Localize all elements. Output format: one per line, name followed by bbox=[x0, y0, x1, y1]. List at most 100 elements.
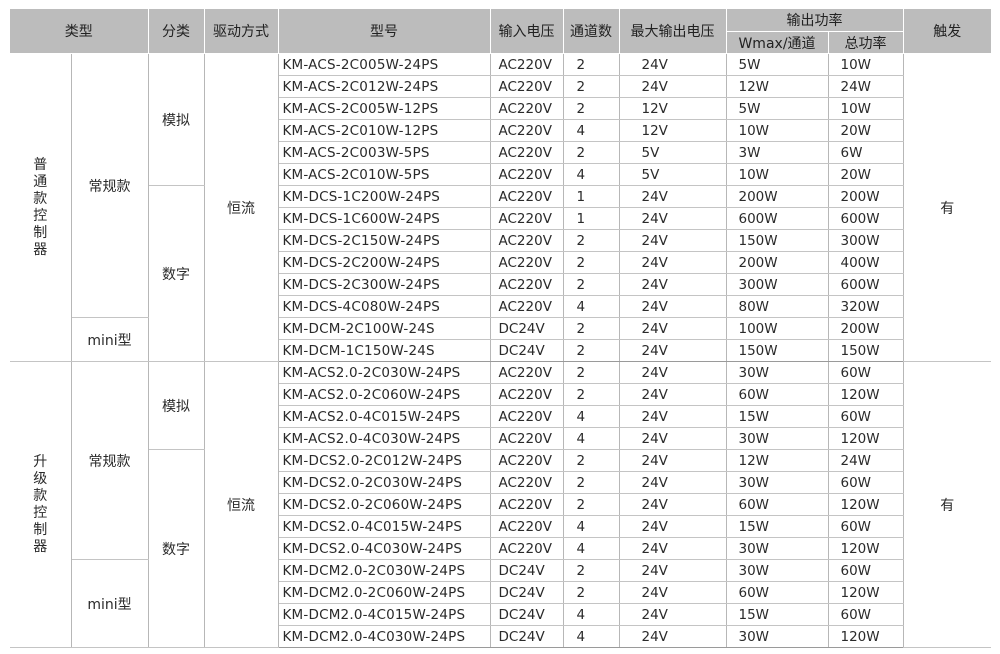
cell-channels: 4 bbox=[563, 515, 620, 538]
spec-sheet: { "headers": { "type": "类型", "category":… bbox=[0, 0, 1000, 654]
cell-wmax-per-channel: 15W bbox=[726, 603, 829, 626]
cell-max-output-voltage: 24V bbox=[619, 449, 727, 472]
cell-max-output-voltage: 24V bbox=[619, 625, 727, 648]
cell-model: KM-DCM2.0-2C060W-24PS bbox=[278, 581, 491, 604]
table-row: 升级款控制器 常规款 模拟 恒流 KM-ACS2.0-2C030W-24PS AC220V… bbox=[10, 361, 991, 648]
cell-max-output-voltage: 12V bbox=[619, 97, 727, 120]
cell-max-output-voltage: 24V bbox=[619, 493, 727, 516]
cell-wmax-per-channel: 100W bbox=[726, 317, 829, 340]
cell-input-voltage: AC220V bbox=[490, 361, 564, 384]
type-label-text: 升级款控制器 bbox=[33, 453, 48, 555]
cell-max-output-voltage: 24V bbox=[619, 185, 727, 208]
cell-channels: 2 bbox=[563, 141, 620, 164]
cell-model: KM-DCS-2C300W-24PS bbox=[278, 273, 491, 296]
cell-total-power: 10W bbox=[828, 97, 904, 120]
cell-wmax-per-channel: 3W bbox=[726, 141, 829, 164]
category-analog: 模拟 bbox=[148, 361, 205, 450]
cell-max-output-voltage: 5V bbox=[619, 141, 727, 164]
header-model: 型号 bbox=[278, 9, 491, 54]
controller-spec-table: 类型 分类 驱动方式 型号 输入电压 通道数 最大输出电压 输出功率 触发 Wm… bbox=[10, 9, 991, 648]
cell-total-power: 120W bbox=[828, 427, 904, 450]
cell-input-voltage: AC220V bbox=[490, 493, 564, 516]
trigger-value: 有 bbox=[903, 361, 991, 648]
cell-total-power: 10W bbox=[828, 53, 904, 76]
cell-model: KM-DCS2.0-2C060W-24PS bbox=[278, 493, 491, 516]
cell-input-voltage: AC220V bbox=[490, 515, 564, 538]
cell-input-voltage: AC220V bbox=[490, 537, 564, 560]
cell-wmax-per-channel: 30W bbox=[726, 361, 829, 384]
cell-max-output-voltage: 24V bbox=[619, 229, 727, 252]
cell-wmax-per-channel: 60W bbox=[726, 493, 829, 516]
cell-total-power: 120W bbox=[828, 625, 904, 648]
cell-wmax-per-channel: 30W bbox=[726, 537, 829, 560]
cell-channels: 4 bbox=[563, 119, 620, 142]
cell-wmax-per-channel: 10W bbox=[726, 163, 829, 186]
cell-input-voltage: AC220V bbox=[490, 119, 564, 142]
cell-total-power: 120W bbox=[828, 537, 904, 560]
cell-wmax-per-channel: 200W bbox=[726, 251, 829, 274]
header-drive: 驱动方式 bbox=[204, 9, 279, 54]
cell-model: KM-DCS-4C080W-24PS bbox=[278, 295, 491, 318]
cell-channels: 4 bbox=[563, 405, 620, 428]
cell-max-output-voltage: 24V bbox=[619, 273, 727, 296]
cell-channels: 2 bbox=[563, 53, 620, 76]
cell-channels: 4 bbox=[563, 537, 620, 560]
cell-max-output-voltage: 24V bbox=[619, 515, 727, 538]
cell-channels: 2 bbox=[563, 97, 620, 120]
category-digital: 数字 bbox=[148, 449, 205, 648]
cell-model: KM-DCS-2C200W-24PS bbox=[278, 251, 491, 274]
cell-model: KM-DCM2.0-4C030W-24PS bbox=[278, 625, 491, 648]
cell-model: KM-DCS-1C200W-24PS bbox=[278, 185, 491, 208]
cell-channels: 4 bbox=[563, 163, 620, 186]
cell-channels: 1 bbox=[563, 207, 620, 230]
cell-max-output-voltage: 24V bbox=[619, 75, 727, 98]
cell-total-power: 24W bbox=[828, 449, 904, 472]
cell-wmax-per-channel: 10W bbox=[726, 119, 829, 142]
cell-total-power: 120W bbox=[828, 581, 904, 604]
series-regular: 常规款 bbox=[71, 361, 149, 560]
cell-input-voltage: AC220V bbox=[490, 471, 564, 494]
cell-channels: 2 bbox=[563, 559, 620, 582]
cell-model: KM-ACS-2C005W-24PS bbox=[278, 53, 491, 76]
table-body: 普通款控制器 常规款 模拟 恒流 KM-ACS-2C005W-24PS AC220V 2 24… bbox=[10, 53, 991, 648]
cell-channels: 2 bbox=[563, 317, 620, 340]
cell-channels: 4 bbox=[563, 603, 620, 626]
cell-total-power: 120W bbox=[828, 383, 904, 406]
cell-total-power: 320W bbox=[828, 295, 904, 318]
table-row: 数字 KM-DCS-1C200W-24PS AC220V 1 24V 200W 200W bbox=[10, 185, 991, 362]
cell-total-power: 300W bbox=[828, 229, 904, 252]
cell-max-output-voltage: 24V bbox=[619, 251, 727, 274]
category-digital: 数字 bbox=[148, 185, 205, 362]
cell-total-power: 60W bbox=[828, 471, 904, 494]
cell-input-voltage: AC220V bbox=[490, 405, 564, 428]
cell-model: KM-ACS2.0-4C015W-24PS bbox=[278, 405, 491, 428]
cell-max-output-voltage: 12V bbox=[619, 119, 727, 142]
cell-input-voltage: AC220V bbox=[490, 229, 564, 252]
cell-model: KM-DCM2.0-2C030W-24PS bbox=[278, 559, 491, 582]
cell-input-voltage: AC220V bbox=[490, 383, 564, 406]
cell-input-voltage: AC220V bbox=[490, 185, 564, 208]
cell-wmax-per-channel: 15W bbox=[726, 515, 829, 538]
cell-input-voltage: AC220V bbox=[490, 449, 564, 472]
cell-model: KM-ACS-2C005W-12PS bbox=[278, 97, 491, 120]
cell-model: KM-DCS2.0-2C012W-24PS bbox=[278, 449, 491, 472]
cell-channels: 2 bbox=[563, 75, 620, 98]
cell-model: KM-DCS2.0-4C030W-24PS bbox=[278, 537, 491, 560]
cell-input-voltage: AC220V bbox=[490, 251, 564, 274]
cell-max-output-voltage: 24V bbox=[619, 427, 727, 450]
cell-input-voltage: AC220V bbox=[490, 141, 564, 164]
cell-model: KM-ACS-2C003W-5PS bbox=[278, 141, 491, 164]
cell-total-power: 60W bbox=[828, 361, 904, 384]
table-header: 类型 分类 驱动方式 型号 输入电压 通道数 最大输出电压 输出功率 触发 Wm… bbox=[10, 9, 991, 54]
cell-total-power: 60W bbox=[828, 405, 904, 428]
cell-input-voltage: DC24V bbox=[490, 317, 564, 340]
cell-total-power: 6W bbox=[828, 141, 904, 164]
cell-model: KM-ACS2.0-4C030W-24PS bbox=[278, 427, 491, 450]
cell-wmax-per-channel: 5W bbox=[726, 97, 829, 120]
cell-channels: 2 bbox=[563, 273, 620, 296]
cell-max-output-voltage: 24V bbox=[619, 471, 727, 494]
cell-model: KM-DCS2.0-4C015W-24PS bbox=[278, 515, 491, 538]
cell-model: KM-DCM2.0-4C015W-24PS bbox=[278, 603, 491, 626]
cell-total-power: 120W bbox=[828, 493, 904, 516]
cell-input-voltage: AC220V bbox=[490, 75, 564, 98]
